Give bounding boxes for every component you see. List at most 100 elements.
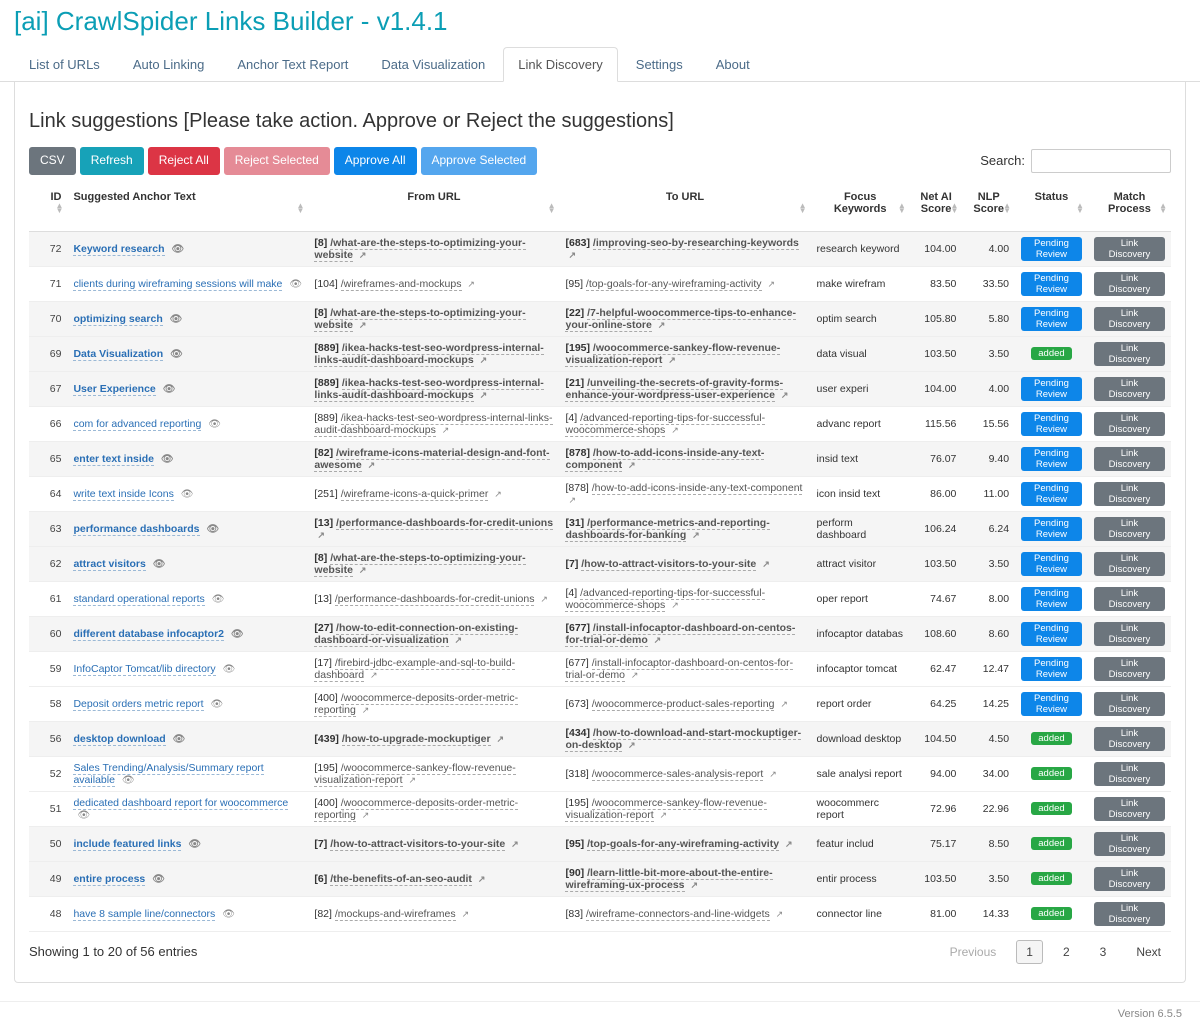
- col-to[interactable]: To URL▲▼: [559, 185, 810, 232]
- from-url-link[interactable]: /ikea-hacks-test-seo-wordpress-internal-…: [314, 342, 543, 367]
- anchor-text-link[interactable]: entire process: [73, 873, 145, 886]
- table-row[interactable]: 52Sales Trending/Analysis/Summary report…: [29, 756, 1171, 791]
- table-row[interactable]: 69Data Visualization 👁[889] /ikea-hacks-…: [29, 336, 1171, 371]
- table-row[interactable]: 48have 8 sample line/connectors 👁[82] /m…: [29, 896, 1171, 931]
- anchor-text-link[interactable]: User Experience: [73, 383, 155, 396]
- col-id[interactable]: ID▲▼: [29, 185, 67, 232]
- tab-link-discovery[interactable]: Link Discovery: [503, 47, 618, 82]
- search-input[interactable]: [1031, 149, 1171, 173]
- from-url-link[interactable]: /firebird-jdbc-example-and-sql-to-build-…: [314, 657, 515, 682]
- refresh-button[interactable]: Refresh: [80, 147, 144, 175]
- table-row[interactable]: 58Deposit orders metric report 👁[400] /w…: [29, 686, 1171, 721]
- to-url-link[interactable]: /how-to-attract-visitors-to-your-site: [581, 558, 756, 571]
- to-url-link[interactable]: /performance-metrics-and-reporting-dashb…: [565, 517, 769, 542]
- to-url-link[interactable]: /top-goals-for-any-wireframing-activity: [587, 838, 779, 851]
- from-url-link[interactable]: /performance-dashboards-for-credit-union…: [335, 593, 535, 606]
- anchor-text-link[interactable]: attract visitors: [73, 558, 145, 571]
- col-status[interactable]: Status▲▼: [1015, 185, 1088, 232]
- col-nlp[interactable]: NLP Score▲▼: [962, 185, 1015, 232]
- to-url-link[interactable]: /how-to-add-icons-inside-any-text-compon…: [592, 482, 803, 495]
- to-url-link[interactable]: /install-infocaptor-dashboard-on-centos-…: [565, 657, 793, 682]
- table-row[interactable]: 67User Experience 👁[889] /ikea-hacks-tes…: [29, 371, 1171, 406]
- from-url-link[interactable]: /how-to-upgrade-mockuptiger: [342, 733, 491, 746]
- from-url-link[interactable]: /the-benefits-of-an-seo-audit: [330, 873, 472, 886]
- anchor-text-link[interactable]: Deposit orders metric report: [73, 698, 203, 711]
- to-url-link[interactable]: /how-to-add-icons-inside-any-text-compon…: [565, 447, 764, 472]
- tab-list-of-urls[interactable]: List of URLs: [14, 47, 115, 82]
- from-url-link[interactable]: /wireframes-and-mockups: [341, 278, 462, 291]
- to-url-link[interactable]: /advanced-reporting-tips-for-successful-…: [565, 587, 765, 612]
- approve-selected-button[interactable]: Approve Selected: [421, 147, 538, 175]
- reject-selected-button[interactable]: Reject Selected: [224, 147, 330, 175]
- reject-all-button[interactable]: Reject All: [148, 147, 220, 175]
- table-row[interactable]: 71clients during wireframing sessions wi…: [29, 266, 1171, 301]
- anchor-text-link[interactable]: standard operational reports: [73, 593, 204, 606]
- anchor-text-link[interactable]: clients during wireframing sessions will…: [73, 278, 282, 291]
- col-anchor[interactable]: Suggested Anchor Text▲▼: [67, 185, 308, 232]
- to-url-link[interactable]: /unveiling-the-secrets-of-gravity-forms-…: [565, 377, 783, 402]
- table-row[interactable]: 56desktop download 👁[439] /how-to-upgrad…: [29, 721, 1171, 756]
- to-url-link[interactable]: /how-to-download-and-start-mockuptiger-o…: [565, 727, 801, 752]
- tab-settings[interactable]: Settings: [621, 47, 698, 82]
- table-row[interactable]: 66com for advanced reporting 👁[889] /ike…: [29, 406, 1171, 441]
- pager-next[interactable]: Next: [1126, 940, 1171, 964]
- tab-anchor-text-report[interactable]: Anchor Text Report: [222, 47, 363, 82]
- to-url-link[interactable]: /advanced-reporting-tips-for-successful-…: [565, 412, 765, 437]
- anchor-text-link[interactable]: performance dashboards: [73, 523, 199, 536]
- to-url-link[interactable]: /woocommerce-product-sales-reporting: [592, 698, 775, 711]
- anchor-text-link[interactable]: write text inside Icons: [73, 488, 173, 501]
- from-url-link[interactable]: /performance-dashboards-for-credit-union…: [336, 517, 553, 530]
- tab-data-visualization[interactable]: Data Visualization: [366, 47, 500, 82]
- col-match[interactable]: Match Process▲▼: [1088, 185, 1171, 232]
- anchor-text-link[interactable]: dedicated dashboard report for woocommer…: [73, 797, 288, 810]
- anchor-text-link[interactable]: desktop download: [73, 733, 165, 746]
- pager-page[interactable]: 1: [1016, 940, 1043, 964]
- anchor-text-link[interactable]: have 8 sample line/connectors: [73, 908, 215, 921]
- table-row[interactable]: 60different database infocaptor2 👁[27] /…: [29, 616, 1171, 651]
- from-url-link[interactable]: /wireframe-icons-a-quick-primer: [341, 488, 489, 501]
- anchor-text-link[interactable]: com for advanced reporting: [73, 418, 201, 431]
- to-url-link[interactable]: /woocommerce-sales-analysis-report: [592, 768, 764, 781]
- from-url-link[interactable]: /how-to-attract-visitors-to-your-site: [330, 838, 505, 851]
- table-row[interactable]: 59InfoCaptor Tomcat/lib directory 👁[17] …: [29, 651, 1171, 686]
- pager-previous[interactable]: Previous: [940, 940, 1007, 964]
- pager-page[interactable]: 2: [1053, 940, 1080, 964]
- from-url-link[interactable]: /what-are-the-steps-to-optimizing-your-w…: [314, 237, 525, 262]
- anchor-text-link[interactable]: Sales Trending/Analysis/Summary report a…: [73, 762, 263, 787]
- table-row[interactable]: 65enter text inside 👁[82] /wireframe-ico…: [29, 441, 1171, 476]
- to-url-link[interactable]: /install-infocaptor-dashboard-on-centos-…: [565, 622, 795, 647]
- approve-all-button[interactable]: Approve All: [334, 147, 417, 175]
- csv-button[interactable]: CSV: [29, 147, 76, 175]
- from-url-link[interactable]: /how-to-edit-connection-on-existing-dash…: [314, 622, 518, 647]
- table-row[interactable]: 62attract visitors 👁[8] /what-are-the-st…: [29, 546, 1171, 581]
- anchor-text-link[interactable]: enter text inside: [73, 453, 154, 466]
- table-row[interactable]: 72Keyword research 👁[8] /what-are-the-st…: [29, 231, 1171, 266]
- from-url-link[interactable]: /woocommerce-deposits-order-metric-repor…: [314, 797, 518, 822]
- tab-auto-linking[interactable]: Auto Linking: [118, 47, 220, 82]
- col-from[interactable]: From URL▲▼: [308, 185, 559, 232]
- to-url-link[interactable]: /wireframe-connectors-and-line-widgets: [586, 908, 770, 921]
- table-row[interactable]: 51dedicated dashboard report for woocomm…: [29, 791, 1171, 826]
- table-row[interactable]: 50include featured links 👁[7] /how-to-at…: [29, 826, 1171, 861]
- anchor-text-link[interactable]: Keyword research: [73, 243, 164, 256]
- anchor-text-link[interactable]: Data Visualization: [73, 348, 163, 361]
- from-url-link[interactable]: /what-are-the-steps-to-optimizing-your-w…: [314, 552, 525, 577]
- to-url-link[interactable]: /improving-seo-by-researching-keywords: [593, 237, 799, 250]
- table-row[interactable]: 64write text inside Icons 👁[251] /wirefr…: [29, 476, 1171, 511]
- col-focus[interactable]: Focus Keywords▲▼: [811, 185, 910, 232]
- from-url-link[interactable]: /ikea-hacks-test-seo-wordpress-internal-…: [314, 377, 543, 402]
- from-url-link[interactable]: /mockups-and-wireframes: [335, 908, 456, 921]
- from-url-link[interactable]: /woocommerce-deposits-order-metric-repor…: [314, 692, 518, 717]
- table-row[interactable]: 70optimizing search 👁[8] /what-are-the-s…: [29, 301, 1171, 336]
- to-url-link[interactable]: /7-helpful-woocommerce-tips-to-enhance-y…: [565, 307, 795, 332]
- anchor-text-link[interactable]: InfoCaptor Tomcat/lib directory: [73, 663, 215, 676]
- pager-page[interactable]: 3: [1090, 940, 1117, 964]
- from-url-link[interactable]: /what-are-the-steps-to-optimizing-your-w…: [314, 307, 525, 332]
- anchor-text-link[interactable]: include featured links: [73, 838, 181, 851]
- col-net[interactable]: Net AI Score▲▼: [910, 185, 963, 232]
- from-url-link[interactable]: /ikea-hacks-test-seo-wordpress-internal-…: [314, 412, 552, 437]
- anchor-text-link[interactable]: optimizing search: [73, 313, 162, 326]
- table-row[interactable]: 61standard operational reports 👁[13] /pe…: [29, 581, 1171, 616]
- to-url-link[interactable]: /top-goals-for-any-wireframing-activity: [586, 278, 762, 291]
- to-url-link[interactable]: /learn-little-bit-more-about-the-entire-…: [565, 867, 772, 892]
